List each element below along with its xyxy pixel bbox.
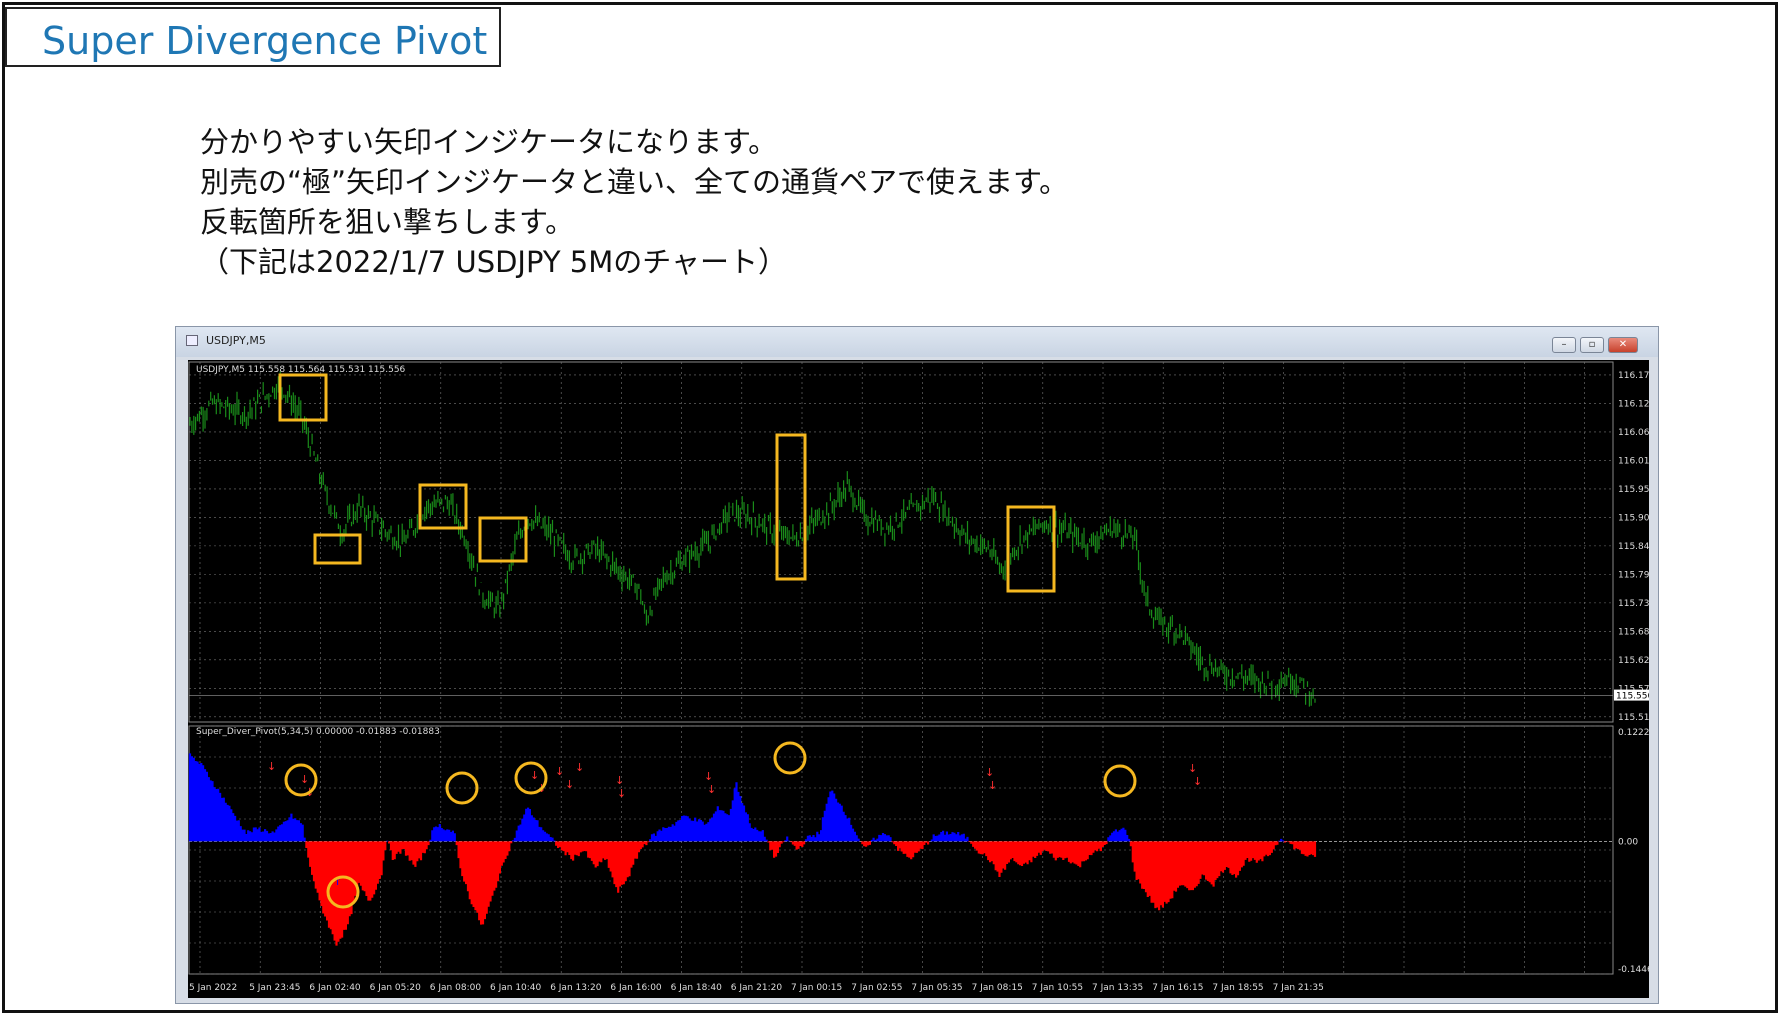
time-axis: 5 Jan 2022 5 Jan 23:45 6 Jan 02:40 6 Jan 05…: [189, 983, 1324, 993]
price-tick-label: 115.680: [1618, 627, 1649, 637]
time-tick-label: 7 Jan 05:35: [911, 983, 962, 993]
time-tick-label: 6 Jan 02:40: [309, 983, 361, 993]
price-tick-label: 115.735: [1618, 599, 1649, 609]
time-tick-label: 6 Jan 16:00: [610, 983, 662, 993]
window-titlebar[interactable]: USDJPY,M5 – ▫ ✕: [176, 327, 1658, 357]
time-tick-label: 7 Jan 02:55: [851, 983, 902, 993]
signal-arrow: ↓: [267, 760, 276, 773]
signal-arrow: ↓: [988, 779, 997, 792]
signal-arrow: ↓: [300, 773, 309, 786]
time-tick-label: 5 Jan 2022: [189, 983, 237, 993]
price-tick-label: 115.625: [1618, 656, 1649, 666]
time-tick-label: 6 Jan 13:20: [550, 983, 602, 993]
chart-grid: [188, 361, 1614, 975]
indicator-tick-label: -0.14469: [1618, 965, 1649, 975]
highlight-box: [775, 433, 807, 581]
time-tick-label: 7 Jan 00:15: [791, 983, 842, 993]
signal-arrow: ↓: [1188, 762, 1197, 775]
time-tick-label: 6 Jan 05:20: [370, 983, 422, 993]
highlight-box: [278, 373, 328, 422]
price-tick-label: 115.900: [1618, 513, 1649, 523]
window-title: USDJPY,M5: [206, 334, 266, 347]
time-tick-label: 7 Jan 18:55: [1212, 983, 1263, 993]
price-chart-header: USDJPY,M5 115.558 115.564 115.531 115.55…: [196, 365, 406, 375]
minimize-button[interactable]: –: [1552, 337, 1576, 353]
chart-window[interactable]: USDJPY,M5 – ▫ ✕ ↓ ↓ ↓ ↓ ↓ ↓ ↓ ↓ ↓ ↓ ↓ ↓ ↓ ↓ ↓ ↓ ↑ 116.17…: [175, 326, 1659, 1004]
chart-area[interactable]: ↓↓↓↓↓↓↓↓↓↓↓↓↓↓↓↓↑ 116.175116.120116.0651…: [188, 360, 1659, 998]
price-tick-label: 116.120: [1618, 399, 1649, 409]
time-tick-label: 5 Jan 23:45: [249, 983, 300, 993]
indicator-tick-label: 0.12229: [1618, 728, 1649, 738]
time-tick-label: 6 Jan 10:40: [490, 983, 542, 993]
signal-arrow: ↓: [555, 765, 564, 778]
price-tick-label: 116.010: [1618, 456, 1649, 466]
price-tick-label: 116.065: [1618, 428, 1649, 438]
signal-arrow: ↓: [530, 769, 539, 782]
signal-arrow: ↓: [565, 778, 574, 791]
description-line-4: （下記は2022/1/7 USDJPY 5Mのチャート）: [200, 245, 787, 279]
signal-arrow: ↓: [575, 761, 584, 774]
signal-arrow: ↓: [1193, 775, 1202, 788]
description-line-3: 反転箇所を狙い撃ちします。: [200, 205, 575, 239]
current-price-label: 115.556: [1616, 692, 1649, 702]
chart-window-icon: [186, 335, 198, 346]
time-tick-label: 6 Jan 18:40: [671, 983, 723, 993]
time-tick-label: 7 Jan 08:15: [972, 983, 1023, 993]
indicator-tick-label: 0.00: [1618, 837, 1638, 847]
signal-arrow: ↓: [704, 770, 713, 783]
indicator-header: Super_Diver_Pivot(5,34,5) 0.00000 -0.018…: [196, 727, 440, 737]
signal-arrow: ↓: [707, 783, 716, 796]
histogram-negative: [305, 841, 1317, 946]
time-tick-label: 7 Jan 21:35: [1273, 983, 1324, 993]
description-block: 分かりやすい矢印インジケータになります。 別売の“極”矢印インジケータと違い、全…: [200, 122, 1068, 282]
slide-title: Super Divergence Pivot: [42, 19, 488, 63]
time-tick-label: 7 Jan 16:15: [1152, 983, 1203, 993]
price-candles: [189, 371, 1613, 707]
close-button[interactable]: ✕: [1608, 337, 1638, 353]
highlight-circle: [773, 741, 807, 775]
time-tick-label: 6 Jan 08:00: [430, 983, 482, 993]
highlight-circle: [1103, 764, 1137, 798]
price-tick-label: 116.175: [1618, 371, 1649, 381]
price-tick-label: 115.955: [1618, 485, 1649, 495]
indicator-histogram: [188, 753, 1317, 946]
highlight-box: [313, 533, 362, 565]
signal-arrow: ↓: [985, 766, 994, 779]
slide-title-box: Super Divergence Pivot: [5, 7, 501, 67]
description-line-2: 別売の“極”矢印インジケータと違い、全ての通貨ペアで使えます。: [200, 165, 1069, 199]
description-line-1: 分かりやすい矢印インジケータになります。: [200, 125, 778, 159]
price-axis: 116.175 116.120 116.065 116.010 115.955 115.9…: [1614, 371, 1659, 975]
restore-button[interactable]: ▫: [1580, 337, 1604, 353]
time-tick-label: 7 Jan 10:55: [1032, 983, 1083, 993]
signal-arrow: ↓: [617, 787, 626, 800]
time-tick-label: 7 Jan 13:35: [1092, 983, 1143, 993]
price-tick-label: 115.515: [1618, 713, 1649, 723]
highlight-circle: [445, 771, 479, 805]
signal-arrow: ↓: [615, 774, 624, 787]
time-tick-label: 6 Jan 21:20: [731, 983, 783, 993]
price-tick-label: 115.790: [1618, 570, 1649, 580]
chart-canvas[interactable]: ↓↓↓↓↓↓↓↓↓↓↓↓↓↓↓↓↑ 116.175116.120116.0651…: [188, 360, 1659, 998]
price-tick-label: 115.845: [1618, 542, 1649, 552]
